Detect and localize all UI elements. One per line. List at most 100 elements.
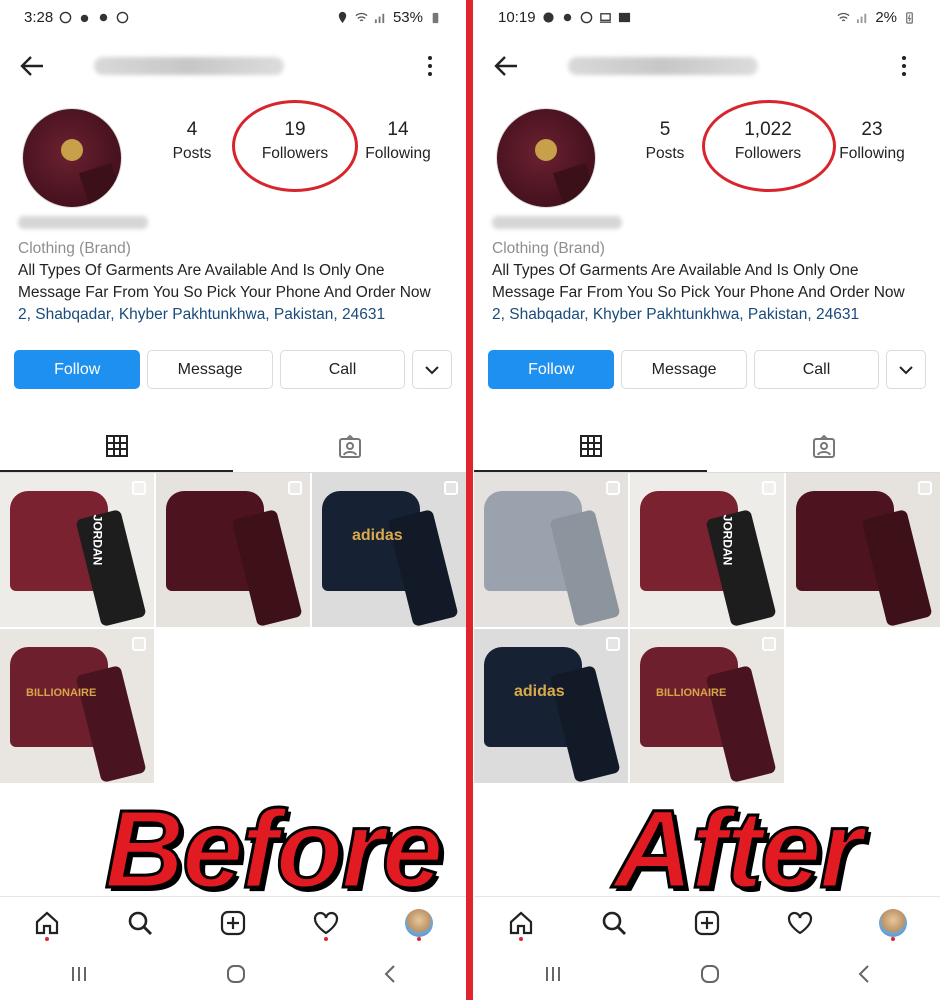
nav-activity[interactable]	[780, 903, 820, 943]
multi-post-icon	[132, 481, 146, 495]
status-bar: 3:28 53%	[0, 0, 466, 34]
profile-avatar[interactable]	[22, 108, 122, 208]
recent-apps-icon[interactable]	[543, 966, 563, 982]
tab-grid[interactable]	[474, 421, 707, 472]
back-button[interactable]	[490, 50, 522, 82]
following-stat[interactable]: 23 Following	[822, 118, 922, 166]
nav-home[interactable]	[27, 903, 67, 943]
category-label: Clothing (Brand)	[18, 240, 131, 257]
wifi-icon	[355, 12, 368, 21]
more-options-button[interactable]	[894, 52, 914, 80]
home-icon	[35, 911, 58, 934]
message-button[interactable]: Message	[147, 350, 273, 389]
chevron-down-icon	[899, 365, 913, 374]
bio-section: Clothing (Brand) All Types Of Garments A…	[474, 216, 940, 326]
display-name-blurred	[492, 216, 622, 229]
battery-level: 2%	[875, 8, 897, 26]
post-adidas[interactable]: adidas	[312, 473, 466, 627]
multi-post-icon	[762, 481, 776, 495]
brand-logo: adidas	[352, 527, 403, 544]
system-navigation	[474, 948, 940, 1000]
posts-count: 5	[659, 119, 671, 140]
posts-stat[interactable]: 5 Posts	[615, 118, 715, 166]
nav-activity[interactable]	[306, 903, 346, 943]
laptop-icon	[599, 12, 611, 23]
location-icon	[338, 11, 347, 23]
follow-button[interactable]: Follow	[14, 350, 141, 389]
call-button[interactable]: Call	[753, 350, 880, 389]
multi-post-icon	[606, 481, 620, 495]
back-button[interactable]	[16, 50, 48, 82]
following-count: 23	[861, 119, 883, 140]
call-button[interactable]: Call	[279, 350, 406, 389]
posts-label: Posts	[645, 145, 685, 162]
follow-button[interactable]: Follow	[488, 350, 615, 389]
post-billionaire[interactable]: BILLIONAIRE	[630, 629, 784, 783]
recent-apps-icon[interactable]	[69, 966, 89, 982]
multi-post-icon	[444, 481, 458, 495]
before-screen: 3:28 53% 4 Posts 19 Followers 14 Followi…	[0, 0, 466, 1000]
suggestions-dropdown-button[interactable]	[886, 350, 926, 389]
notification-icon	[99, 13, 108, 21]
profile-avatar-small	[879, 908, 908, 937]
search-icon	[128, 911, 152, 935]
post-adidas[interactable]: adidas	[474, 629, 628, 783]
post-jordan[interactable]: JORDAN	[630, 473, 784, 627]
address-link[interactable]: 2, Shabqadar, Khyber Pakhtunkhwa, Pakist…	[18, 304, 448, 326]
bio-section: Clothing (Brand) All Types Of Garments A…	[0, 216, 466, 326]
status-bar: 10:19 2%	[474, 0, 940, 34]
following-label: Following	[365, 145, 431, 162]
profile-tabs	[474, 421, 940, 473]
profile-tabs	[0, 421, 466, 473]
wifi-icon	[837, 12, 850, 21]
whatsapp-icon	[580, 11, 592, 23]
profile-avatar[interactable]	[496, 108, 596, 208]
back-arrow-icon	[494, 56, 517, 76]
nav-profile[interactable]	[399, 903, 439, 943]
bio-line-2: Message Far From You So Pick Your Phone …	[492, 284, 905, 301]
following-stat[interactable]: 14 Following	[348, 118, 448, 166]
bio-line-2: Message Far From You So Pick Your Phone …	[18, 284, 431, 301]
back-chevron-icon[interactable]	[857, 964, 871, 984]
battery-level: 53%	[392, 8, 423, 26]
profile-section: 4 Posts 19 Followers 14 Following	[0, 98, 466, 216]
tab-grid[interactable]	[0, 421, 233, 472]
post-maroon[interactable]	[156, 473, 310, 627]
home-circle-icon[interactable]	[700, 964, 720, 984]
address-link[interactable]: 2, Shabqadar, Khyber Pakhtunkhwa, Pakist…	[492, 304, 922, 326]
suggestions-dropdown-button[interactable]	[412, 350, 452, 389]
brand-logo: BILLIONAIRE	[26, 687, 97, 699]
posts-label: Posts	[172, 145, 212, 162]
post-grey[interactable]	[474, 473, 628, 627]
whatsapp-icon	[59, 11, 72, 23]
post-jordan[interactable]: JORDAN	[0, 473, 154, 627]
posts-stat[interactable]: 4 Posts	[142, 118, 242, 166]
profile-header	[474, 34, 940, 98]
brand-logo: adidas	[514, 683, 565, 700]
display-name-blurred	[18, 216, 148, 229]
action-buttons: Follow Message Call	[474, 350, 940, 389]
nav-new-post[interactable]	[213, 903, 253, 943]
weather-icon	[80, 14, 89, 22]
nav-profile[interactable]	[873, 903, 913, 943]
nav-search[interactable]	[594, 903, 634, 943]
messenger-icon	[116, 11, 129, 23]
home-circle-icon[interactable]	[226, 964, 246, 984]
back-chevron-icon[interactable]	[383, 964, 397, 984]
nav-new-post[interactable]	[687, 903, 727, 943]
tab-tagged[interactable]	[233, 421, 466, 472]
highlight-circle	[702, 100, 836, 192]
post-maroon[interactable]	[786, 473, 940, 627]
message-button[interactable]: Message	[621, 350, 747, 389]
after-caption: After	[612, 788, 864, 911]
chevron-down-icon	[425, 365, 439, 374]
nav-search[interactable]	[120, 903, 160, 943]
grid-icon	[579, 434, 602, 457]
brand-logo: JORDAN	[90, 514, 105, 566]
profile-header	[0, 34, 466, 98]
tab-tagged[interactable]	[707, 421, 940, 472]
post-billionaire[interactable]: BILLIONAIRE	[0, 629, 154, 783]
multi-post-icon	[132, 637, 146, 651]
more-options-button[interactable]	[420, 52, 440, 80]
nav-home[interactable]	[501, 903, 541, 943]
